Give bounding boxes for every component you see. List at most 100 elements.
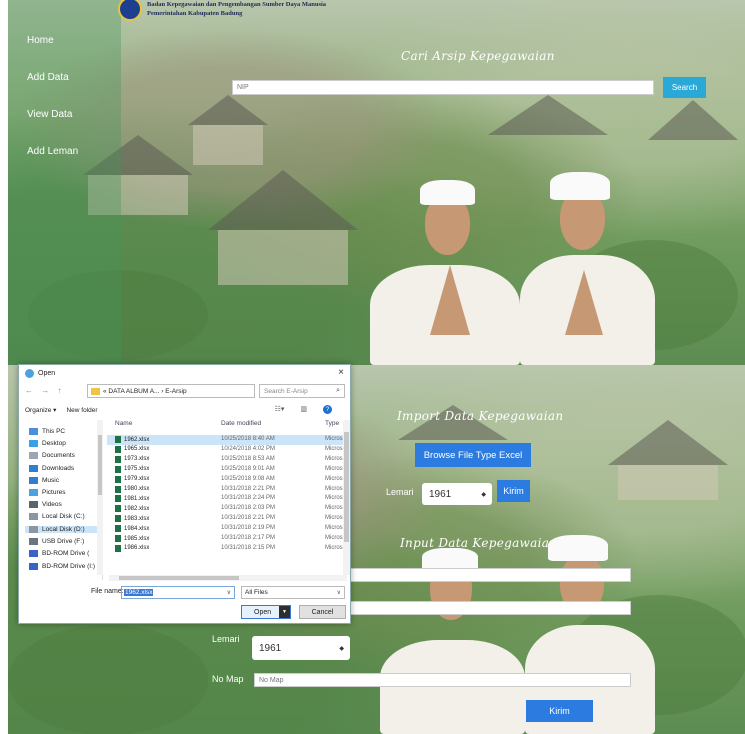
nav-pane-item[interactable]: Documents — [29, 452, 75, 460]
kirim-submit-button[interactable]: Kirim — [526, 700, 593, 722]
file-date-cell: 10/25/2018 8:53 AM — [221, 455, 275, 462]
nav-pane-item[interactable]: Desktop — [29, 440, 66, 448]
excel-file-icon — [115, 495, 121, 503]
file-name-cell: 1979.xlsx — [115, 475, 150, 483]
lemari-form-select[interactable]: 1961 ◆ — [252, 636, 350, 660]
column-name-header[interactable]: Name — [115, 420, 132, 432]
file-type-cell: Micros — [325, 436, 343, 442]
nav-pane-label: USB Drive (F:) — [42, 537, 85, 545]
preview-pane-icon[interactable]: ▥ — [300, 405, 307, 414]
nav-pane-item[interactable]: Music — [29, 476, 59, 484]
dialog-search-input[interactable]: Search E-Arsip ⌕ — [259, 384, 345, 398]
file-row[interactable]: 1983.xlsx 10/31/2018 2:21 PM Micros — [107, 514, 348, 524]
nav-pane-item[interactable]: Pictures — [29, 489, 65, 496]
cancel-button[interactable]: Cancel — [299, 605, 346, 619]
dialog-toolbar: Organize ▾ New folder ☷▾ ▥ ? — [19, 403, 350, 417]
file-row[interactable]: 1979.xlsx 10/25/2018 9:08 AM Micros — [107, 475, 348, 485]
file-row[interactable]: 1986.xlsx 10/31/2018 2:15 PM Micros — [107, 544, 348, 554]
file-name-cell: 1965.xlsx — [115, 445, 149, 453]
file-row[interactable]: 1980.xlsx 10/31/2018 2:21 PM Micros — [107, 485, 348, 495]
file-row[interactable]: 1982.xlsx 10/31/2018 2:03 PM Micros — [107, 504, 348, 514]
location-icon — [29, 501, 38, 509]
file-name-row: File name: 1962.xlsx ∨ All Files ∨ — [19, 585, 350, 601]
browse-excel-button[interactable]: Browse File Type Excel — [415, 443, 531, 467]
open-button[interactable]: Open ▼ — [241, 605, 291, 619]
file-name-cell: 1975.xlsx — [115, 465, 150, 473]
nav-pane-item[interactable]: BD-ROM Drive (I:) ∨ — [29, 562, 102, 570]
nav-pane-item[interactable]: Local Disk (D:) — [25, 525, 99, 533]
file-name-input[interactable]: 1962.xlsx ∨ — [121, 586, 235, 599]
import-heading: Import Data Kepegawaian — [397, 409, 564, 423]
nav-pane-item[interactable]: USB Drive (F:) — [29, 537, 85, 545]
nip-search-input[interactable] — [232, 80, 654, 95]
close-icon[interactable]: × — [338, 367, 344, 378]
dialog-title: Open — [38, 369, 56, 377]
file-row[interactable]: 1981.xlsx 10/31/2018 2:24 PM Micros — [107, 494, 348, 504]
nav-arrows-icon[interactable]: ← → ↑ — [25, 386, 64, 395]
nav-add-leman[interactable]: Add Leman — [27, 146, 78, 157]
search-button[interactable]: Search — [663, 77, 706, 98]
address-bar[interactable]: « DATA ALBUM A... › E-Arsip — [87, 384, 255, 398]
file-row[interactable]: 1962.xlsx 10/25/2018 8:40 AM Micros — [107, 435, 348, 445]
file-list: Name Date modified Type 1962.xlsx 10/25/2… — [107, 420, 348, 575]
location-icon — [29, 537, 38, 545]
file-list-hscrollbar[interactable] — [109, 575, 347, 581]
file-name-text: 1979.xlsx — [124, 476, 150, 483]
building-roof — [188, 95, 268, 125]
nav-pane-scrollbar[interactable] — [97, 420, 103, 575]
nav-pane-scroll-thumb[interactable] — [98, 435, 102, 495]
kirim-import-button[interactable]: Kirim — [497, 480, 530, 502]
file-date-cell: 10/31/2018 2:03 PM — [221, 505, 276, 512]
agency-name: Badan Kepegawaian dan Pengembangan Sumbe… — [147, 0, 326, 18]
nav-view-data[interactable]: View Data — [27, 109, 72, 120]
file-list-hscroll-thumb[interactable] — [119, 576, 239, 580]
file-row[interactable]: 1984.xlsx 10/31/2018 2:19 PM Micros — [107, 524, 348, 534]
excel-file-icon — [115, 475, 121, 483]
file-name-value: 1962.xlsx — [124, 589, 154, 596]
file-name-cell: 1962.xlsx — [115, 436, 149, 443]
column-type-header[interactable]: Type — [325, 420, 339, 432]
view-options-icon[interactable]: ☷▾ — [275, 405, 285, 414]
nav-add-data[interactable]: Add Data — [27, 72, 69, 83]
file-name-text: 1975.xlsx — [124, 466, 150, 473]
lemari-import-label: Lemari — [386, 487, 414, 497]
file-row[interactable]: 1975.xlsx 10/25/2018 9:01 AM Micros — [107, 465, 348, 475]
organize-button[interactable]: Organize ▾ — [25, 406, 56, 414]
file-date-cell: 10/25/2018 9:08 AM — [221, 475, 275, 482]
building-wall — [193, 125, 263, 165]
help-icon[interactable]: ? — [323, 405, 332, 414]
file-type-select[interactable]: All Files ∨ — [241, 586, 345, 599]
file-name-text: 1982.xlsx — [124, 505, 150, 512]
input-field-1[interactable] — [340, 568, 631, 582]
nav-pane-item[interactable]: This PC — [29, 428, 65, 435]
lemari-import-select[interactable]: 1961 ◆ — [422, 483, 492, 505]
no-map-input[interactable] — [254, 673, 631, 687]
excel-file-icon — [115, 485, 121, 493]
input-field-2[interactable] — [340, 601, 631, 615]
file-row[interactable]: 1985.xlsx 10/31/2018 2:17 PM Micros — [107, 534, 348, 544]
file-name-cell: 1984.xlsx — [115, 525, 149, 533]
file-list-scrollbar[interactable] — [343, 420, 350, 575]
new-folder-button[interactable]: New folder — [66, 407, 97, 414]
location-icon — [29, 525, 38, 533]
file-row[interactable]: 1965.xlsx 10/24/2018 4:02 PM Micros — [107, 445, 348, 455]
chevron-down-icon: ◆ — [339, 645, 344, 652]
file-list-scroll-thumb[interactable] — [344, 432, 349, 542]
open-split-arrow-icon[interactable]: ▼ — [279, 606, 290, 618]
nav-pane-item[interactable]: Local Disk (C:) — [29, 513, 85, 521]
file-row[interactable]: 1973.xlsx 10/25/2018 8:53 AM Micros — [107, 455, 348, 465]
nav-pane-item[interactable]: Downloads — [29, 464, 74, 472]
file-date-cell: 10/25/2018 9:01 AM — [221, 465, 275, 472]
file-name-text: 1981.xlsx — [124, 495, 150, 502]
file-name-cell: 1983.xlsx — [115, 515, 149, 523]
nav-pane-item[interactable]: Videos — [29, 501, 62, 509]
nav-home[interactable]: Home — [27, 35, 54, 46]
nav-pane-label: Local Disk (C:) — [42, 513, 85, 521]
nav-pane-item[interactable]: BD-ROM Drive ( — [29, 550, 89, 557]
column-date-header[interactable]: Date modified — [221, 420, 261, 432]
chevron-down-icon[interactable]: ∨ — [227, 589, 231, 596]
file-name-cell: 1985.xlsx — [115, 535, 149, 542]
lemari-form-label: Lemari — [212, 634, 240, 644]
nav-pane-label: Documents — [42, 452, 75, 460]
excel-file-icon — [115, 436, 121, 443]
